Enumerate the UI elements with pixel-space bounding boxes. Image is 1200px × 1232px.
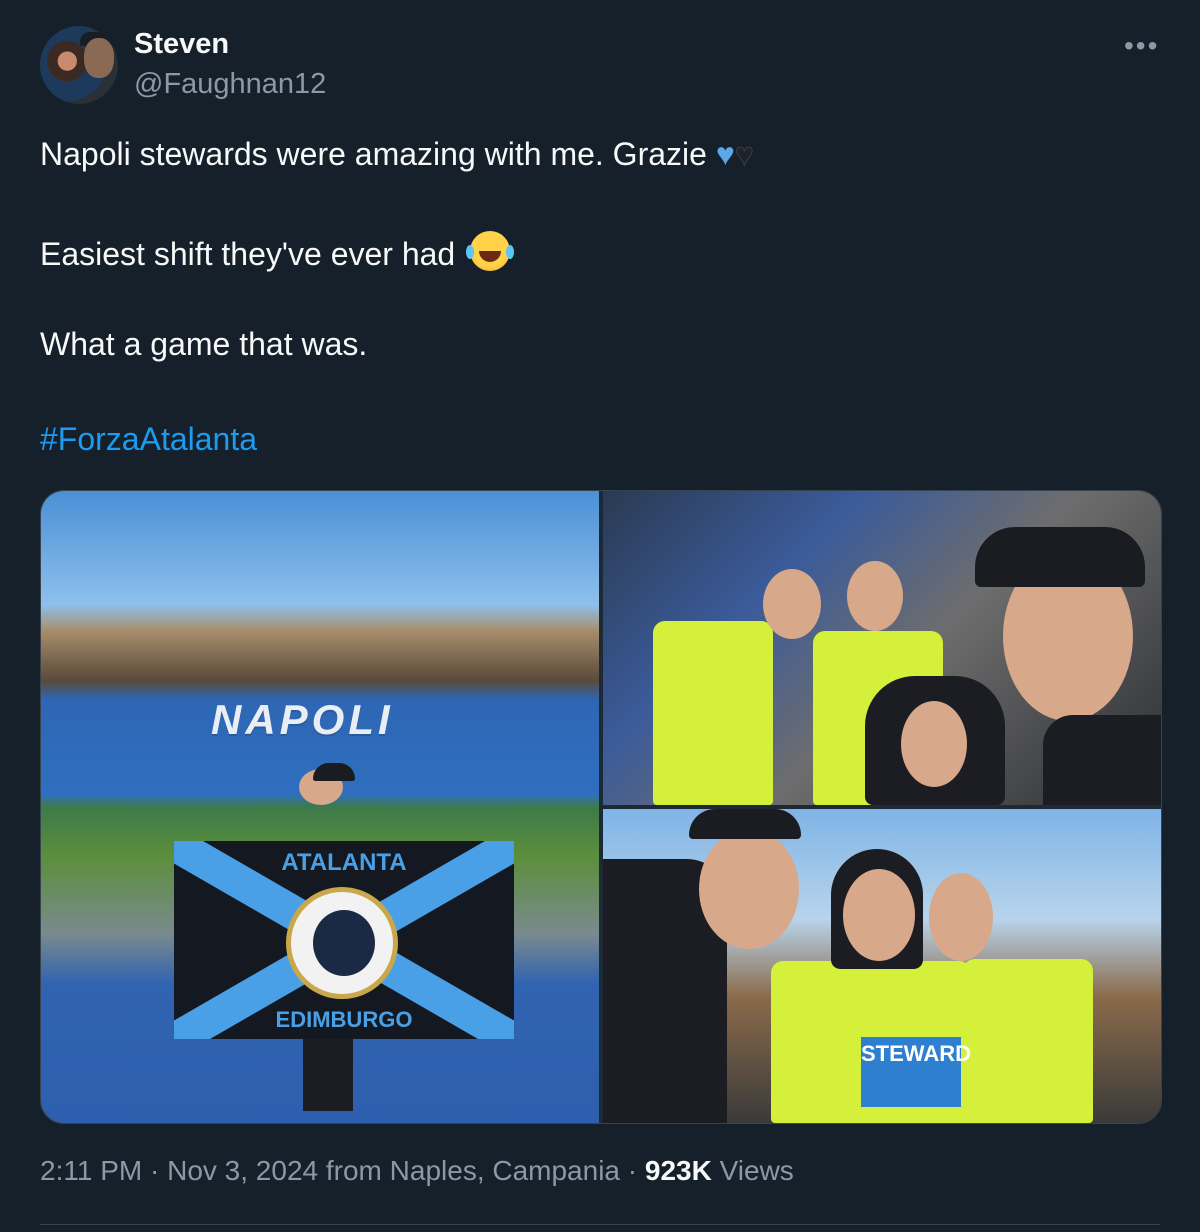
tweet: Steven @Faughnan12 ••• Napoli stewards w… bbox=[0, 0, 1200, 1232]
views-count: 923K bbox=[644, 1155, 712, 1186]
photo-stewards-top[interactable] bbox=[603, 491, 1161, 805]
woman-face bbox=[901, 701, 967, 787]
man-cap bbox=[975, 527, 1145, 587]
tears-of-joy-icon bbox=[466, 231, 511, 271]
media-grid: NAPOLI ATALANTA EDIMBURGO STEWARD bbox=[40, 490, 1162, 1124]
steward-face bbox=[929, 873, 993, 961]
steward-head bbox=[847, 561, 903, 631]
tweet-text-line-2: Easiest shift they've ever had bbox=[40, 231, 511, 273]
views-label: Views bbox=[719, 1155, 794, 1186]
fan-cap bbox=[313, 763, 355, 781]
tweet-text-line-3: What a game that was. bbox=[40, 326, 368, 362]
tweet-location: from Naples, Campania bbox=[325, 1155, 620, 1186]
tweet-time[interactable]: 2:11 PM bbox=[40, 1155, 142, 1186]
avatar-person bbox=[84, 38, 114, 78]
divider bbox=[40, 1224, 1160, 1225]
tweet-date[interactable]: Nov 3, 2024 bbox=[167, 1155, 318, 1186]
separator: · bbox=[149, 1155, 160, 1186]
photo-stewards-bottom[interactable]: STEWARD bbox=[603, 809, 1161, 1123]
author-handle[interactable]: @Faughnan12 bbox=[134, 68, 326, 101]
hashtag-link[interactable]: #ForzaAtalanta bbox=[40, 421, 257, 458]
steward-face bbox=[843, 869, 915, 961]
stadium-sign: NAPOLI bbox=[211, 696, 394, 743]
steward-badge: STEWARD bbox=[861, 1037, 971, 1107]
tweet-text: Napoli stewards were amazing with me. Gr… bbox=[40, 136, 707, 172]
flag-text-top: ATALANTA bbox=[281, 849, 407, 876]
more-options-icon[interactable]: ••• bbox=[1124, 30, 1159, 62]
atalanta-crest-icon bbox=[286, 887, 398, 999]
tweet-text-line-1: Napoli stewards were amazing with me. Gr… bbox=[40, 136, 754, 173]
steward-head bbox=[763, 569, 821, 639]
steward-vest bbox=[963, 959, 1093, 1123]
man-face bbox=[699, 829, 799, 949]
black-heart-icon: ♥ bbox=[734, 136, 754, 173]
separator: · bbox=[627, 1155, 638, 1186]
author-name[interactable]: Steven bbox=[134, 28, 229, 61]
tweet-text: Easiest shift they've ever had bbox=[40, 236, 456, 272]
fan-legs bbox=[303, 1039, 353, 1111]
steward-vest bbox=[653, 621, 773, 805]
tweet-metadata: 2:11 PM · Nov 3, 2024 from Naples, Campa… bbox=[40, 1155, 794, 1187]
photo-stadium[interactable]: NAPOLI ATALANTA EDIMBURGO bbox=[41, 491, 599, 1123]
avatar[interactable] bbox=[40, 26, 118, 104]
man-shirt bbox=[1043, 715, 1161, 805]
atalanta-flag: ATALANTA EDIMBURGO bbox=[174, 841, 514, 1039]
blue-heart-icon: ♥ bbox=[715, 136, 735, 172]
man-cap bbox=[689, 809, 801, 839]
flag-text-bottom: EDIMBURGO bbox=[275, 1007, 413, 1032]
